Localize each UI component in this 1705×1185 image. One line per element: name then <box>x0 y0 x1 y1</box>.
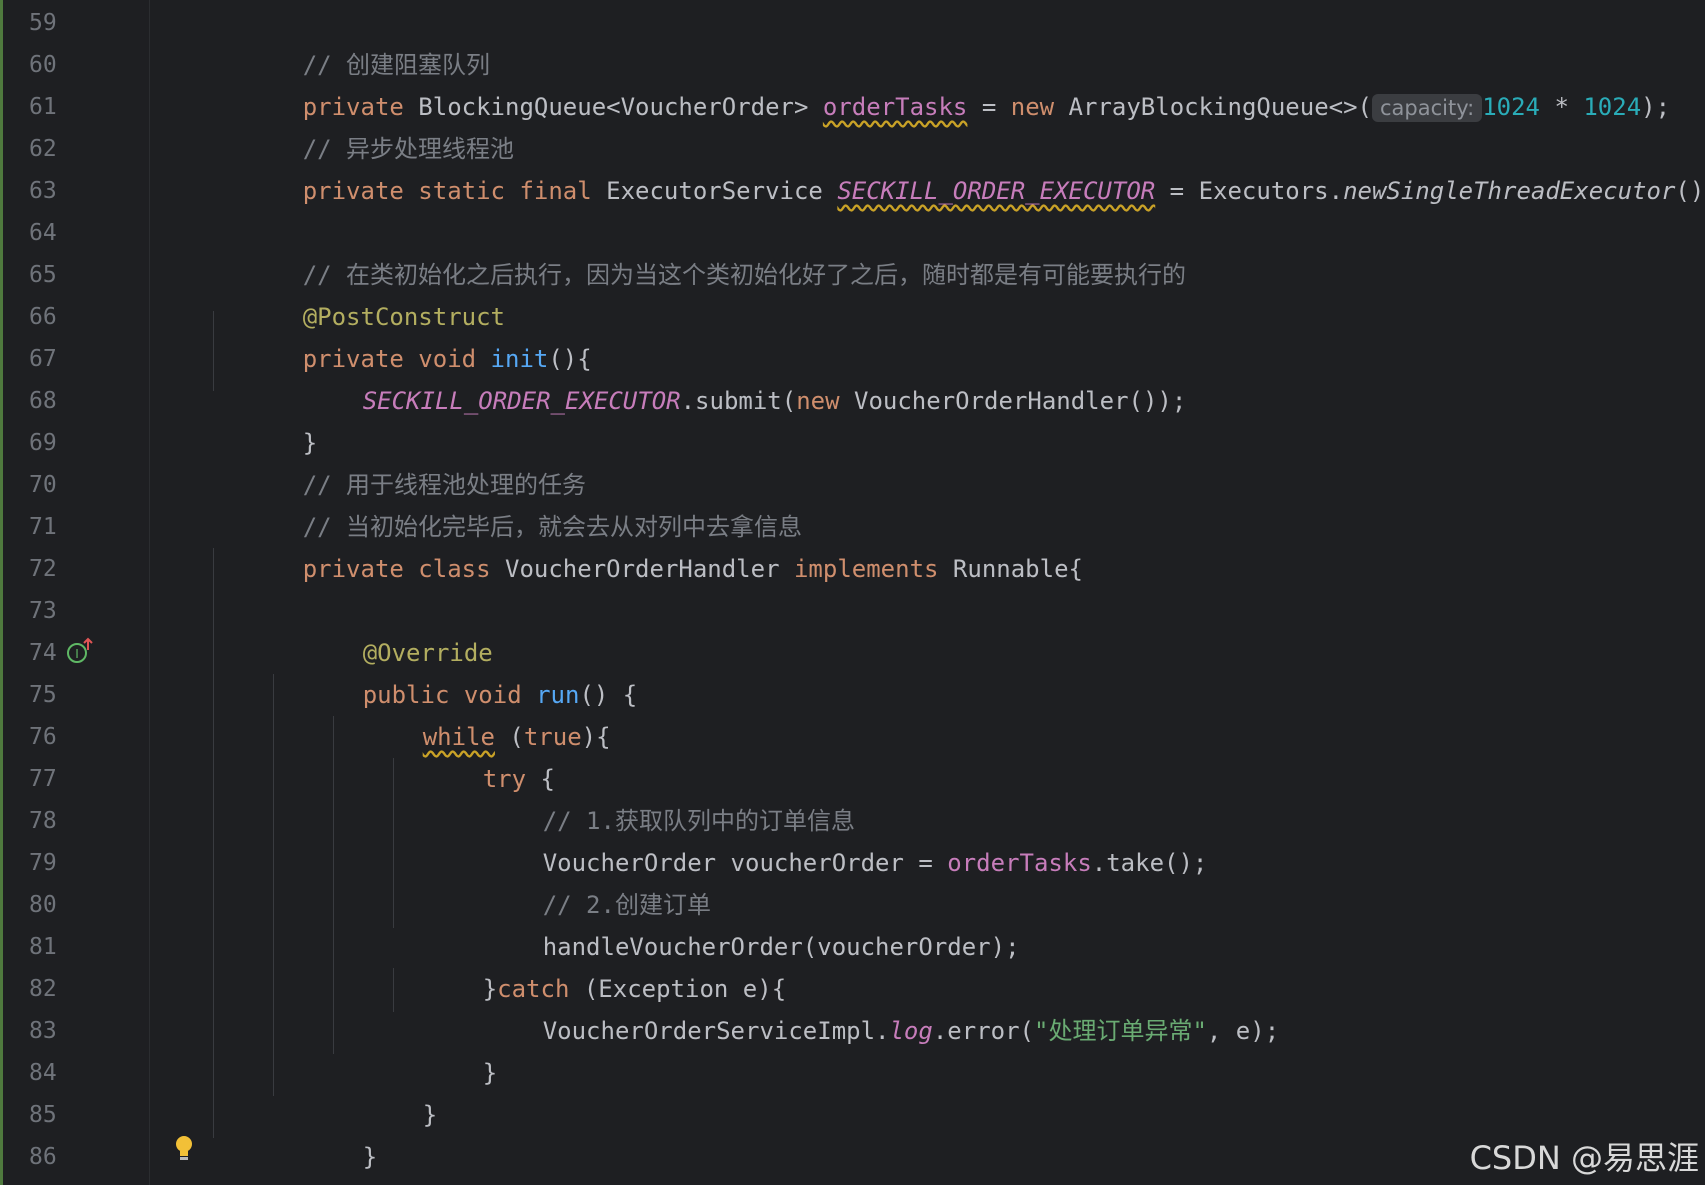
keyword: new <box>796 387 840 415</box>
code-line-75[interactable]: while (true){ <box>336 674 611 751</box>
code-line-81[interactable]: }catch (Exception e){ <box>396 926 786 1003</box>
code-line-70[interactable]: // 当初始化完毕后，就会去从对列中去拿信息 <box>216 464 802 541</box>
code-lines: // 创建阻塞队列 private BlockingQueue<VoucherO… <box>0 0 1705 1185</box>
keyword: private class <box>302 555 491 583</box>
code-line-77[interactable]: // 1.获取队列中的订单信息 <box>456 758 855 835</box>
indent-guide <box>393 968 394 1012</box>
code-line-65[interactable]: @PostConstruct <box>216 254 505 331</box>
code-line-80[interactable]: handleVoucherOrder(voucherOrder); <box>456 884 1020 961</box>
string-literal: "处理订单异常" <box>1034 1017 1207 1045</box>
code-line-60[interactable]: private BlockingQueue<VoucherOrder> orde… <box>216 44 1670 122</box>
static-constant: SECKILL_ORDER_EXECUTOR <box>362 387 681 415</box>
indent-guide <box>213 311 214 391</box>
static-field-log: log <box>889 1017 933 1045</box>
operator: = <box>967 93 1011 121</box>
code-line-59[interactable]: // 创建阻塞队列 <box>216 2 490 79</box>
line-end: (); <box>1675 177 1705 205</box>
class-ref: VoucherOrderServiceImpl. <box>542 1017 890 1045</box>
brace: } <box>422 1101 438 1129</box>
indent-guide <box>273 674 274 1096</box>
code-line-83[interactable]: } <box>396 1010 497 1087</box>
field-orderTasks: orderTasks <box>947 849 1092 877</box>
method-call: .error( <box>932 1017 1034 1045</box>
parameter-hint: capacity: <box>1372 94 1483 122</box>
static-constant: SECKILL_ORDER_EXECUTOR <box>837 177 1156 205</box>
line-rest: Runnable{ <box>938 555 1083 583</box>
code-editor[interactable]: 59 60 61 62 63 64 65 66 67 68 69 70 71 72 73 74 75 76 77 78… <box>0 0 1705 1185</box>
code-line-68[interactable]: } <box>216 380 317 457</box>
indent-guide <box>213 548 214 1138</box>
csdn-watermark: CSDN @易思涯 <box>1469 1139 1699 1177</box>
brace: } <box>362 1143 378 1171</box>
keyword: implements <box>793 555 939 583</box>
keyword: private static final <box>302 177 592 205</box>
code-line-74[interactable]: public void run() { <box>276 632 638 709</box>
line-rest: VoucherOrderHandler()); <box>839 387 1187 415</box>
operator: * <box>1540 93 1584 121</box>
code-line-64[interactable]: // 在类初始化之后执行，因为当这个类初始化好了之后，随时都是有可能要执行的 <box>216 212 1186 289</box>
brace: } <box>482 1059 498 1087</box>
line-end: , e); <box>1206 1017 1280 1045</box>
code-line-67[interactable]: SECKILL_ORDER_EXECUTOR.submit(new Vouche… <box>276 338 1187 415</box>
indent-guide <box>333 716 334 1054</box>
number-literal: 1024 <box>1583 93 1642 121</box>
method-call: .submit( <box>680 387 797 415</box>
code-line-86[interactable]: } <box>216 1136 317 1178</box>
number-literal: 1024 <box>1482 93 1540 121</box>
code-line-82[interactable]: VoucherOrderServiceImpl.log.error("处理订单异… <box>456 968 1279 1045</box>
class-name: VoucherOrderHandler <box>490 555 794 583</box>
code-line-61[interactable]: // 异步处理线程池 <box>216 86 514 163</box>
line-end: ){ <box>581 723 611 751</box>
code-line-66[interactable]: private void init(){ <box>216 296 592 373</box>
keyword: new <box>1010 93 1055 121</box>
type-text: ExecutorService <box>591 177 838 205</box>
code-line-73[interactable]: @Override <box>276 590 493 667</box>
line-end: .take(); <box>1091 849 1208 877</box>
assign-text: = Executors. <box>1155 177 1344 205</box>
code-line-71[interactable]: private class VoucherOrderHandler implem… <box>216 506 1083 583</box>
code-line-85[interactable]: } <box>276 1094 377 1171</box>
code-line-79[interactable]: // 2.创建订单 <box>456 842 711 919</box>
static-method: newSingleThreadExecutor <box>1343 177 1676 205</box>
code-line-69[interactable]: // 用于线程池处理的任务 <box>216 422 586 499</box>
line-end: ); <box>1641 93 1671 121</box>
field-orderTasks: orderTasks <box>822 93 968 121</box>
code-line-62[interactable]: private static final ExecutorService SEC… <box>216 128 1705 205</box>
constructor-text: ArrayBlockingQueue<>( <box>1054 93 1372 121</box>
code-line-76[interactable]: try { <box>396 716 555 793</box>
code-line-84[interactable]: } <box>336 1052 437 1129</box>
code-line-78[interactable]: VoucherOrder voucherOrder = orderTasks.t… <box>456 800 1208 877</box>
